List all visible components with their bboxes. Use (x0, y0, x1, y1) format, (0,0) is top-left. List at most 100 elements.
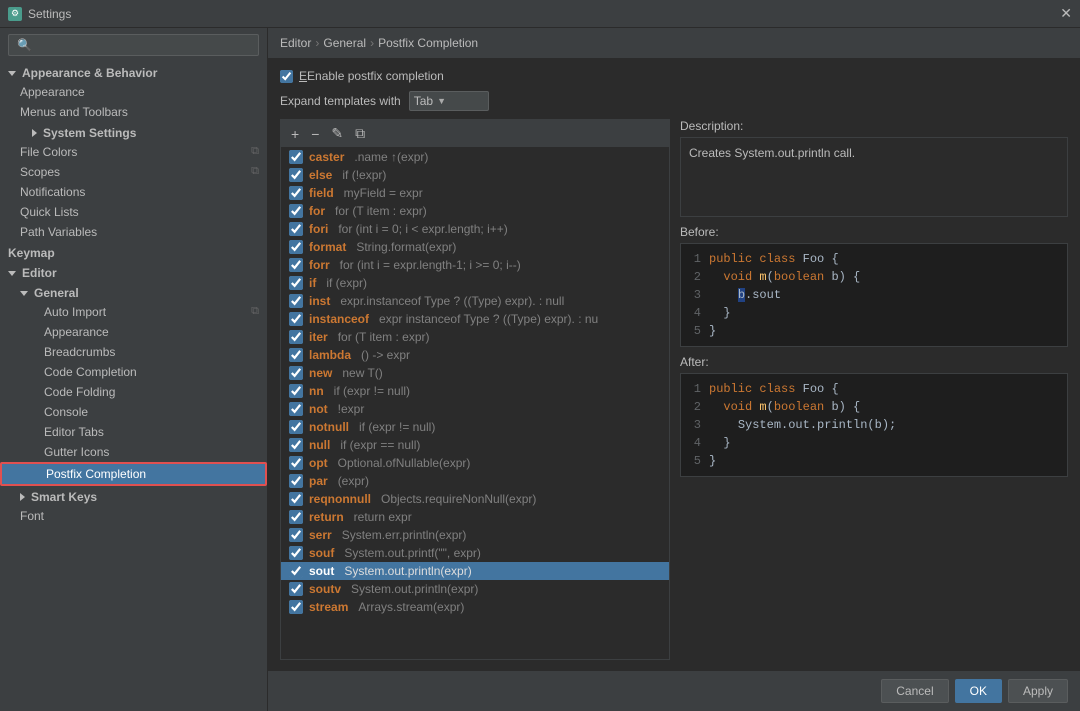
list-item[interactable]: null if (expr == null) (281, 436, 669, 454)
list-item[interactable]: fori for (int i = 0; i < expr.length; i+… (281, 220, 669, 238)
close-button[interactable]: ✕ (1060, 5, 1072, 22)
list-item-checkbox[interactable] (289, 384, 303, 398)
list-item-checkbox[interactable] (289, 420, 303, 434)
list-item-checkbox[interactable] (289, 240, 303, 254)
list-item[interactable]: new new T() (281, 364, 669, 382)
add-button[interactable]: + (287, 124, 303, 144)
list-item[interactable]: return return expr (281, 508, 669, 526)
list-item-checkbox[interactable] (289, 168, 303, 182)
list-item-checkbox[interactable] (289, 258, 303, 272)
sidebar-section-label: Editor (22, 266, 57, 280)
edit-button[interactable]: ✎ (327, 123, 347, 144)
list-item[interactable]: serr System.err.println(expr) (281, 526, 669, 544)
list-item-checkbox[interactable] (289, 438, 303, 452)
sidebar-item-quick-lists[interactable]: Quick Lists (0, 202, 267, 222)
list-item[interactable]: opt Optional.ofNullable(expr) (281, 454, 669, 472)
list-item-checkbox[interactable] (289, 330, 303, 344)
middle-section: + − ✎ ⧉ caster .name ↑(expr)else if (!ex… (280, 119, 1068, 660)
sidebar-item-console[interactable]: Console (0, 402, 267, 422)
sidebar-item-code-completion[interactable]: Code Completion (0, 362, 267, 382)
cancel-button[interactable]: Cancel (881, 679, 948, 703)
sidebar-item-menus-toolbars[interactable]: Menus and Toolbars (0, 102, 267, 122)
list-item[interactable]: format String.format(expr) (281, 238, 669, 256)
sidebar-item-gutter-icons[interactable]: Gutter Icons (0, 442, 267, 462)
list-item-checkbox[interactable] (289, 366, 303, 380)
enable-checkbox[interactable] (280, 70, 293, 83)
remove-button[interactable]: − (307, 124, 323, 144)
list-item-checkbox[interactable] (289, 222, 303, 236)
list-item[interactable]: lambda () -> expr (281, 346, 669, 364)
list-item-checkbox[interactable] (289, 510, 303, 524)
list-item-desc: expr.instanceof Type ? ((Type) expr). : … (340, 294, 564, 308)
list-item-checkbox[interactable] (289, 474, 303, 488)
sidebar-item-notifications[interactable]: Notifications (0, 182, 267, 202)
list-item-checkbox[interactable] (289, 492, 303, 506)
expand-icon (8, 71, 16, 76)
sidebar-item-editor[interactable]: Editor (0, 262, 267, 282)
sidebar-item-smart-keys[interactable]: Smart Keys (0, 486, 267, 506)
list-item[interactable]: par (expr) (281, 472, 669, 490)
list-item-checkbox[interactable] (289, 150, 303, 164)
list-item[interactable]: stream Arrays.stream(expr) (281, 598, 669, 616)
description-section: Description: Creates System.out.println … (680, 119, 1068, 217)
list-item[interactable]: iter for (T item : expr) (281, 328, 669, 346)
breadcrumb-general: General (323, 36, 366, 50)
list-item[interactable]: for for (T item : expr) (281, 202, 669, 220)
list-item[interactable]: nn if (expr != null) (281, 382, 669, 400)
list-item-checkbox[interactable] (289, 600, 303, 614)
list-item[interactable]: not !expr (281, 400, 669, 418)
list-item-checkbox[interactable] (289, 402, 303, 416)
list-item[interactable]: if if (expr) (281, 274, 669, 292)
list-item-name: stream (309, 600, 348, 614)
sidebar-item-system-settings[interactable]: System Settings (0, 122, 267, 142)
list-item[interactable]: inst expr.instanceof Type ? ((Type) expr… (281, 292, 669, 310)
list-item-checkbox[interactable] (289, 456, 303, 470)
list-item-checkbox[interactable] (289, 546, 303, 560)
list-item-desc: if (expr == null) (340, 438, 420, 452)
list-item-checkbox[interactable] (289, 564, 303, 578)
search-input[interactable] (8, 34, 259, 56)
ok-button[interactable]: OK (955, 679, 1002, 703)
copy-button[interactable]: ⧉ (351, 123, 369, 144)
list-item[interactable]: else if (!expr) (281, 166, 669, 184)
list-item[interactable]: souf System.out.printf("", expr) (281, 544, 669, 562)
list-item[interactable]: forr for (int i = expr.length-1; i >= 0;… (281, 256, 669, 274)
list-item-checkbox[interactable] (289, 276, 303, 290)
sidebar-item-appearance[interactable]: Appearance (0, 82, 267, 102)
sidebar-item-appearance-behavior[interactable]: Appearance & Behavior (0, 62, 267, 82)
list-item-checkbox[interactable] (289, 204, 303, 218)
list-item-checkbox[interactable] (289, 186, 303, 200)
list-item[interactable]: field myField = expr (281, 184, 669, 202)
list-item-checkbox[interactable] (289, 312, 303, 326)
list-item[interactable]: soutv System.out.println(expr) (281, 580, 669, 598)
items-list[interactable]: caster .name ↑(expr)else if (!expr)field… (281, 148, 669, 659)
list-item[interactable]: caster .name ↑(expr) (281, 148, 669, 166)
list-item-name: lambda (309, 348, 351, 362)
sidebar-item-path-variables[interactable]: Path Variables (0, 222, 267, 242)
sidebar-item-editor-tabs[interactable]: Editor Tabs (0, 422, 267, 442)
sidebar-item-breadcrumbs[interactable]: Breadcrumbs (0, 342, 267, 362)
sidebar-item-font[interactable]: Font (0, 506, 267, 526)
sidebar-item-general[interactable]: General (0, 282, 267, 302)
description-text: Creates System.out.println call. (689, 146, 855, 160)
sidebar-item-appearance-sub[interactable]: Appearance (0, 322, 267, 342)
sidebar-item-auto-import[interactable]: Auto Import ⧉ (0, 302, 267, 322)
sidebar-item-file-colors[interactable]: File Colors ⧉ (0, 142, 267, 162)
sidebar-item-postfix-completion[interactable]: Postfix Completion (0, 462, 267, 486)
list-item-checkbox[interactable] (289, 582, 303, 596)
list-item[interactable]: reqnonnull Objects.requireNonNull(expr) (281, 490, 669, 508)
line-number: 1 (689, 380, 701, 398)
sidebar-item-scopes[interactable]: Scopes ⧉ (0, 162, 267, 182)
list-item[interactable]: instanceof expr instanceof Type ? ((Type… (281, 310, 669, 328)
expand-select[interactable]: Tab ▼ (409, 91, 489, 111)
list-item[interactable]: sout System.out.println(expr) (281, 562, 669, 580)
sidebar-item-keymap[interactable]: Keymap (0, 242, 267, 262)
list-item-checkbox[interactable] (289, 528, 303, 542)
sidebar-item-code-folding[interactable]: Code Folding (0, 382, 267, 402)
list-item[interactable]: notnull if (expr != null) (281, 418, 669, 436)
title-bar-left: ⚙ Settings (8, 7, 71, 21)
list-item-checkbox[interactable] (289, 294, 303, 308)
list-item-checkbox[interactable] (289, 348, 303, 362)
list-item-name: inst (309, 294, 330, 308)
apply-button[interactable]: Apply (1008, 679, 1068, 703)
